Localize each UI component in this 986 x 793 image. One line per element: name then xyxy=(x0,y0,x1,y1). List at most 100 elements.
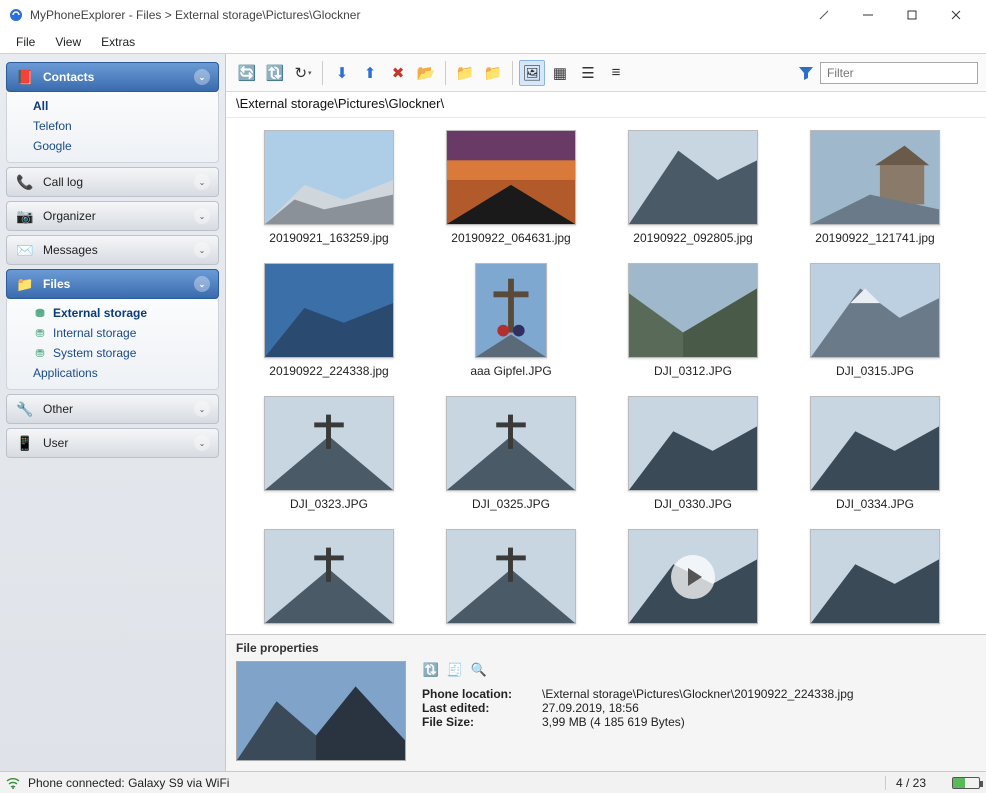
status-count: 4 / 23 xyxy=(885,776,936,790)
thumbnail-image xyxy=(446,130,576,225)
file-thumbnail[interactable]: 20190921_163259.jpg xyxy=(244,130,414,245)
download-icon[interactable]: ⬇ xyxy=(329,60,355,86)
prop-refresh-icon[interactable]: 🔃 xyxy=(422,661,440,679)
organizer-icon: 📷 xyxy=(15,206,35,226)
file-thumbnail[interactable]: 20190922_092805.jpg xyxy=(608,130,778,245)
property-key: Last edited: xyxy=(422,701,532,715)
refresh2-icon[interactable]: ↻▾ xyxy=(290,60,316,86)
sidebar-item-all[interactable]: All xyxy=(7,96,218,116)
file-thumbnail[interactable]: DJI_0315.JPG xyxy=(790,263,960,378)
property-row: File Size:3,99 MB (4 185 619 Bytes) xyxy=(422,715,854,729)
file-thumbnail[interactable]: 20190922_224338.jpg xyxy=(244,263,414,378)
dropdown-icon: ▾ xyxy=(308,69,312,77)
sidebar-item-google[interactable]: Google xyxy=(7,136,218,156)
file-name: DJI_0312.JPG xyxy=(654,364,732,378)
thumbnail-image xyxy=(446,529,576,624)
filter-icon xyxy=(798,65,814,81)
delete-icon[interactable]: ✖ xyxy=(385,60,411,86)
file-name: DJI_0323.JPG xyxy=(290,497,368,511)
play-icon xyxy=(671,555,715,599)
sidebar-section-files[interactable]: 📁Files⌄ xyxy=(6,269,219,299)
menu-file[interactable]: File xyxy=(6,32,45,52)
file-thumbnail[interactable] xyxy=(608,529,778,630)
file-thumbnail[interactable]: 20190922_121741.jpg xyxy=(790,130,960,245)
sidebar-item-applications[interactable]: Applications xyxy=(7,363,218,383)
sidebar: 📕Contacts⌄ AllTelefonGoogle 📞Call log⌄ 📷Org… xyxy=(0,54,226,771)
file-name: DJI_0330.JPG xyxy=(654,497,732,511)
file-grid-scroll[interactable]: 20190921_163259.jpg 20190922_064631.jpg 20… xyxy=(226,118,986,634)
thumbnail-image xyxy=(446,396,576,491)
file-thumbnail[interactable] xyxy=(426,529,596,630)
file-thumbnail[interactable]: DJI_0323.JPG xyxy=(244,396,414,511)
file-thumbnail[interactable] xyxy=(790,529,960,630)
titlebar: MyPhoneExplorer - Files > External stora… xyxy=(0,0,986,30)
toolbar-separator xyxy=(512,61,513,85)
thumbnail-image xyxy=(810,396,940,491)
sync-icon[interactable]: 🔃 xyxy=(262,60,288,86)
close-button[interactable] xyxy=(934,1,978,29)
sidebar-item-system-storage[interactable]: ⛃System storage xyxy=(7,343,218,363)
battery-icon xyxy=(952,777,980,789)
sidebar-item-internal-storage[interactable]: ⛃Internal storage xyxy=(7,323,218,343)
storage-icon: ⛃ xyxy=(33,306,47,320)
filter-input[interactable] xyxy=(820,62,978,84)
view-large-icon[interactable]: 🖼 xyxy=(519,60,545,86)
file-name: aaa Gipfel.JPG xyxy=(470,364,551,378)
properties-thumbnail xyxy=(236,661,406,761)
chevron-down-icon: ⌄ xyxy=(194,69,210,85)
thumbnail-image xyxy=(264,529,394,624)
view-details-icon[interactable]: ≡ xyxy=(603,60,629,86)
file-thumbnail[interactable]: DJI_0312.JPG xyxy=(608,263,778,378)
file-thumbnail[interactable]: DJI_0325.JPG xyxy=(426,396,596,511)
sidebar-section-call-log[interactable]: 📞Call log⌄ xyxy=(6,167,219,197)
minimize-button[interactable] xyxy=(802,1,846,29)
minimize2-button[interactable] xyxy=(846,1,890,29)
sidebar-section-other[interactable]: 🔧Other⌄ xyxy=(6,394,219,424)
upload-icon[interactable]: ⬆ xyxy=(357,60,383,86)
sidebar-sublist: ⛃External storage⛃Internal storage⛃Syste… xyxy=(6,299,219,390)
thumbnail-image xyxy=(810,130,940,225)
file-thumbnail[interactable]: aaa Gipfel.JPG xyxy=(426,263,596,378)
open-folder-icon[interactable]: 📂 xyxy=(413,60,439,86)
chevron-down-icon: ⌄ xyxy=(194,435,210,451)
toolbar: 🔄🔃↻▾ ⬇⬆✖📂 📁📁 🖼▦☰≡ xyxy=(226,54,986,92)
file-grid: 20190921_163259.jpg 20190922_064631.jpg 20… xyxy=(226,118,986,634)
refresh-icon[interactable]: 🔄 xyxy=(234,60,260,86)
menu-extras[interactable]: Extras xyxy=(91,32,145,52)
view-list-icon[interactable]: ☰ xyxy=(575,60,601,86)
sidebar-section-messages[interactable]: ✉️Messages⌄ xyxy=(6,235,219,265)
prop-zoom-icon[interactable]: 🔍 xyxy=(470,661,488,679)
sidebar-section-contacts[interactable]: 📕Contacts⌄ xyxy=(6,62,219,92)
status-connection: Phone connected: Galaxy S9 via WiFi xyxy=(28,776,229,790)
file-thumbnail[interactable]: 20190922_064631.jpg xyxy=(426,130,596,245)
menu-view[interactable]: View xyxy=(45,32,91,52)
file-thumbnail[interactable]: DJI_0334.JPG xyxy=(790,396,960,511)
file-thumbnail[interactable]: DJI_0330.JPG xyxy=(608,396,778,511)
sidebar-section-user[interactable]: 📱User⌄ xyxy=(6,428,219,458)
storage-icon: ⛃ xyxy=(33,326,47,340)
file-name: 20190922_224338.jpg xyxy=(269,364,388,378)
folder-action-icon[interactable]: 📁 xyxy=(452,60,478,86)
app-icon xyxy=(8,7,24,23)
sidebar-item-telefon[interactable]: Telefon xyxy=(7,116,218,136)
sidebar-section-organizer[interactable]: 📷Organizer⌄ xyxy=(6,201,219,231)
view-small-icon[interactable]: ▦ xyxy=(547,60,573,86)
properties-title: File properties xyxy=(236,641,976,655)
property-row: Last edited:27.09.2019, 18:56 xyxy=(422,701,854,715)
sidebar-item-external-storage[interactable]: ⛃External storage xyxy=(7,303,218,323)
user-icon: 📱 xyxy=(15,433,35,453)
file-thumbnail[interactable] xyxy=(244,529,414,630)
chevron-down-icon: ⌄ xyxy=(194,208,210,224)
maximize-button[interactable] xyxy=(890,1,934,29)
prop-info-icon[interactable]: 🧾 xyxy=(446,661,464,679)
file-name: 20190922_092805.jpg xyxy=(633,231,752,245)
thumbnail-image xyxy=(264,263,394,358)
file-name: 20190922_064631.jpg xyxy=(451,231,570,245)
property-key: File Size: xyxy=(422,715,532,729)
new-folder-icon[interactable]: 📁 xyxy=(480,60,506,86)
breadcrumb: \External storage\Pictures\Glockner\ xyxy=(226,92,986,118)
statusbar: Phone connected: Galaxy S9 via WiFi 4 / … xyxy=(0,771,986,793)
properties-panel: File properties 🔃 🧾 🔍 Phone location:\Ex… xyxy=(226,634,986,771)
wifi-icon xyxy=(6,776,20,790)
chevron-down-icon: ⌄ xyxy=(194,276,210,292)
